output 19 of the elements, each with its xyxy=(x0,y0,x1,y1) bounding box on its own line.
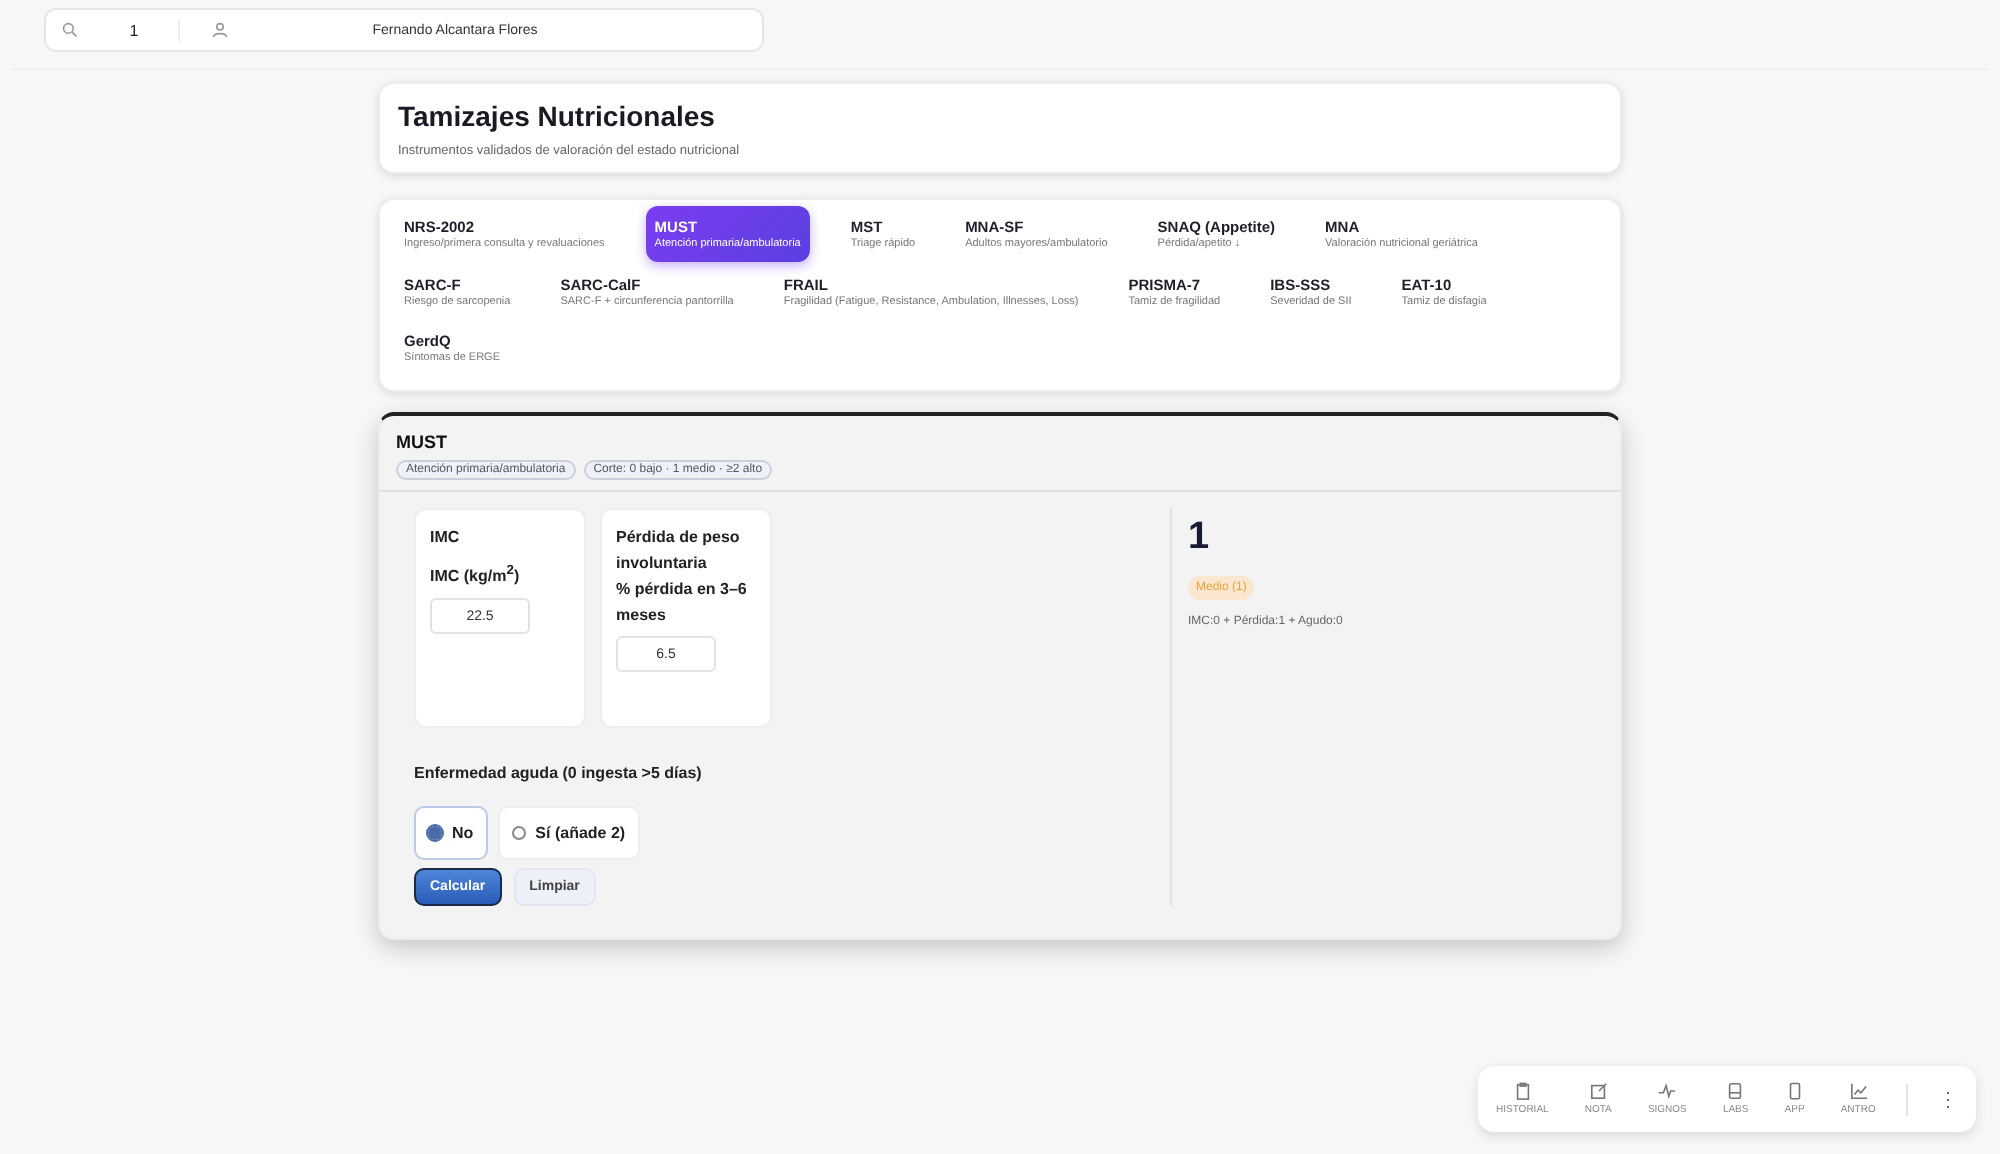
search-icon xyxy=(62,22,78,38)
edit-icon xyxy=(1589,1082,1608,1100)
field-label: % pérdida en 3–6 meses xyxy=(616,577,749,628)
score-value: 1 xyxy=(1188,515,1210,560)
phone-icon xyxy=(1785,1082,1804,1100)
field-heading: Pérdida de peso involuntaria xyxy=(616,525,742,576)
pulse-icon xyxy=(1658,1082,1677,1100)
search-field[interactable]: 1 xyxy=(90,19,180,41)
chart-icon xyxy=(1849,1082,1868,1100)
user-icon xyxy=(212,22,228,38)
radio-option[interactable]: Sí (añade 2) xyxy=(497,805,640,860)
page-title: Tamizajes Nutricionales xyxy=(398,100,717,132)
more-button[interactable]: ⋮ xyxy=(1931,1087,1964,1111)
question-label: Enfermedad aguda (0 ingesta >5 días) xyxy=(414,763,704,782)
field-label: IMC (kg/m$^{2}$) xyxy=(430,561,522,589)
panel-title: MUST xyxy=(396,431,449,452)
radio-option[interactable]: No xyxy=(414,805,488,860)
clipboard-icon xyxy=(1513,1082,1532,1100)
field-heading: IMC xyxy=(430,525,462,550)
